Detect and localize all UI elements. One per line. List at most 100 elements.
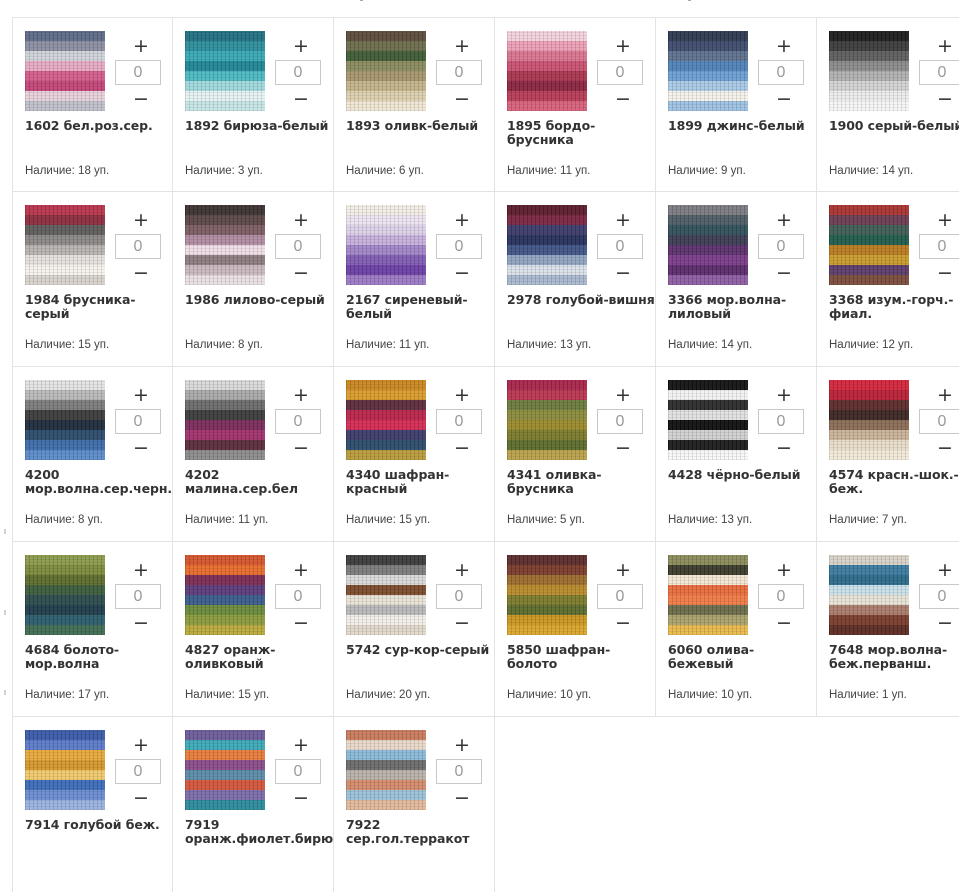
yarn-swatch-image[interactable] [346, 380, 426, 460]
yarn-swatch-image[interactable] [346, 555, 426, 635]
quantity-input[interactable] [597, 60, 643, 85]
quantity-input[interactable] [115, 759, 161, 784]
quantity-input[interactable] [597, 409, 643, 434]
quantity-input[interactable] [275, 584, 321, 609]
yarn-swatch-image[interactable] [25, 555, 105, 635]
increment-button[interactable]: + [452, 736, 472, 755]
increment-button[interactable]: + [452, 386, 472, 405]
increment-button[interactable]: + [613, 37, 633, 56]
yarn-swatch-image[interactable] [668, 555, 748, 635]
quantity-input[interactable] [115, 584, 161, 609]
yarn-swatch-image[interactable] [668, 31, 748, 111]
decrement-button[interactable]: − [613, 90, 633, 109]
decrement-button[interactable]: − [291, 614, 311, 633]
yarn-swatch-image[interactable] [185, 730, 265, 810]
increment-button[interactable]: + [291, 386, 311, 405]
increment-button[interactable]: + [774, 37, 794, 56]
decrement-button[interactable]: − [613, 614, 633, 633]
decrement-button[interactable]: − [452, 90, 472, 109]
yarn-swatch-image[interactable] [668, 380, 748, 460]
quantity-input[interactable] [436, 60, 482, 85]
decrement-button[interactable]: − [131, 90, 151, 109]
decrement-button[interactable]: − [774, 439, 794, 458]
decrement-button[interactable]: − [935, 439, 955, 458]
quantity-input[interactable] [115, 234, 161, 259]
increment-button[interactable]: + [774, 386, 794, 405]
yarn-swatch-image[interactable] [185, 555, 265, 635]
yarn-swatch-image[interactable] [346, 205, 426, 285]
decrement-button[interactable]: − [131, 439, 151, 458]
yarn-swatch-image[interactable] [185, 380, 265, 460]
decrement-button[interactable]: − [291, 789, 311, 808]
decrement-button[interactable]: − [935, 90, 955, 109]
increment-button[interactable]: + [291, 211, 311, 230]
quantity-input[interactable] [275, 234, 321, 259]
decrement-button[interactable]: − [613, 264, 633, 283]
increment-button[interactable]: + [774, 561, 794, 580]
increment-button[interactable]: + [131, 386, 151, 405]
decrement-button[interactable]: − [131, 264, 151, 283]
quantity-input[interactable] [436, 759, 482, 784]
decrement-button[interactable]: − [774, 264, 794, 283]
yarn-swatch-image[interactable] [507, 555, 587, 635]
quantity-input[interactable] [758, 60, 804, 85]
quantity-input[interactable] [436, 234, 482, 259]
decrement-button[interactable]: − [935, 614, 955, 633]
yarn-swatch-image[interactable] [25, 730, 105, 810]
decrement-button[interactable]: − [774, 90, 794, 109]
increment-button[interactable]: + [131, 37, 151, 56]
yarn-swatch-image[interactable] [668, 205, 748, 285]
increment-button[interactable]: + [613, 386, 633, 405]
yarn-swatch-image[interactable] [185, 31, 265, 111]
decrement-button[interactable]: − [774, 614, 794, 633]
yarn-swatch-image[interactable] [829, 380, 909, 460]
increment-button[interactable]: + [935, 211, 955, 230]
yarn-swatch-image[interactable] [25, 205, 105, 285]
quantity-input[interactable] [275, 409, 321, 434]
yarn-swatch-image[interactable] [829, 205, 909, 285]
increment-button[interactable]: + [613, 211, 633, 230]
quantity-input[interactable] [597, 234, 643, 259]
quantity-input[interactable] [919, 409, 959, 434]
increment-button[interactable]: + [291, 37, 311, 56]
decrement-button[interactable]: − [291, 264, 311, 283]
yarn-swatch-image[interactable] [829, 31, 909, 111]
increment-button[interactable]: + [935, 37, 955, 56]
increment-button[interactable]: + [131, 561, 151, 580]
decrement-button[interactable]: − [935, 264, 955, 283]
decrement-button[interactable]: − [452, 789, 472, 808]
decrement-button[interactable]: − [452, 264, 472, 283]
increment-button[interactable]: + [613, 561, 633, 580]
increment-button[interactable]: + [935, 561, 955, 580]
yarn-swatch-image[interactable] [346, 31, 426, 111]
quantity-input[interactable] [919, 234, 959, 259]
quantity-input[interactable] [275, 60, 321, 85]
decrement-button[interactable]: − [452, 439, 472, 458]
increment-button[interactable]: + [452, 37, 472, 56]
yarn-swatch-image[interactable] [507, 380, 587, 460]
quantity-input[interactable] [597, 584, 643, 609]
increment-button[interactable]: + [452, 211, 472, 230]
decrement-button[interactable]: − [131, 789, 151, 808]
quantity-input[interactable] [919, 60, 959, 85]
increment-button[interactable]: + [452, 561, 472, 580]
increment-button[interactable]: + [935, 386, 955, 405]
increment-button[interactable]: + [291, 561, 311, 580]
quantity-input[interactable] [115, 60, 161, 85]
decrement-button[interactable]: − [291, 90, 311, 109]
quantity-input[interactable] [758, 234, 804, 259]
increment-button[interactable]: + [774, 211, 794, 230]
increment-button[interactable]: + [131, 736, 151, 755]
quantity-input[interactable] [758, 584, 804, 609]
increment-button[interactable]: + [131, 211, 151, 230]
yarn-swatch-image[interactable] [507, 31, 587, 111]
yarn-swatch-image[interactable] [507, 205, 587, 285]
decrement-button[interactable]: − [613, 439, 633, 458]
yarn-swatch-image[interactable] [829, 555, 909, 635]
yarn-swatch-image[interactable] [346, 730, 426, 810]
yarn-swatch-image[interactable] [25, 380, 105, 460]
decrement-button[interactable]: − [452, 614, 472, 633]
quantity-input[interactable] [115, 409, 161, 434]
quantity-input[interactable] [275, 759, 321, 784]
quantity-input[interactable] [436, 584, 482, 609]
